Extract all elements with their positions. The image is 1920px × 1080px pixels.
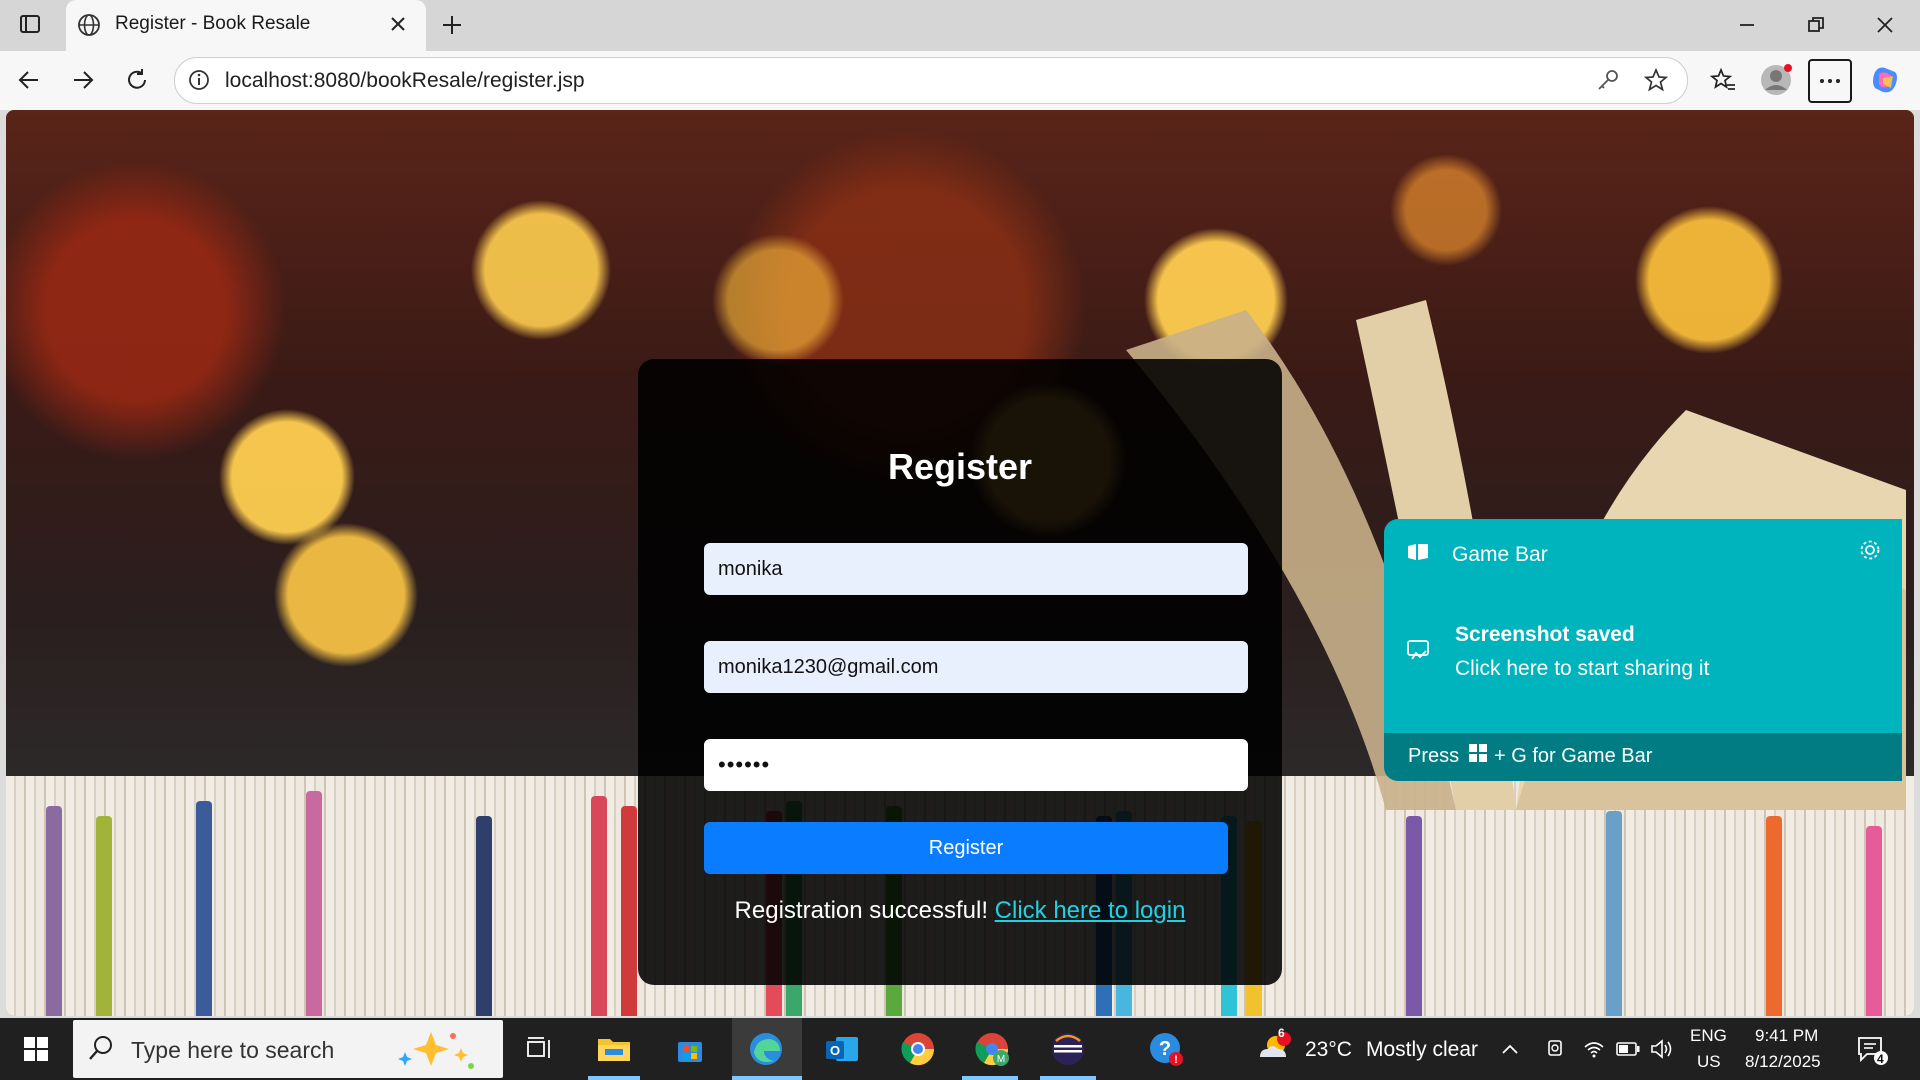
success-message: Registration successful! Click here to l… [638,897,1282,925]
footer-suffix: + G for Game Bar [1494,745,1653,767]
edge-active-highlight [732,1018,802,1080]
wifi-icon[interactable] [1580,1027,1608,1071]
region-indicator: US [1697,1052,1721,1071]
svg-text:!: ! [1174,1054,1178,1066]
battery-icon[interactable] [1614,1027,1642,1071]
eclipse-ide-icon[interactable] [1046,1027,1090,1071]
password-value: •••••• [718,752,771,777]
edge-active-indicator [732,1076,802,1080]
success-text: Registration successful! [734,897,988,924]
browser-toolbar: localhost:8080/bookResale/register.jsp [0,51,1920,110]
search-placeholder: Type here to search [131,1037,335,1063]
screenshot-icon [1406,637,1432,668]
close-window-button[interactable] [1862,10,1908,40]
register-form-card: Register monika monika1230@gmail.com •••… [638,359,1282,985]
weather-description: Mostly clear [1366,1038,1479,1061]
eclipse-active-indicator [1040,1076,1096,1080]
chrome-profile-icon[interactable]: M [970,1027,1014,1071]
sparkle-icon [391,1028,491,1075]
copilot-icon[interactable] [1866,61,1904,99]
volume-icon[interactable] [1648,1027,1676,1071]
chrome-icon[interactable] [896,1027,940,1071]
favorites-icon[interactable] [1704,61,1742,99]
notification-body: Click here to start sharing it [1455,657,1710,680]
file-explorer-active-indicator [588,1076,640,1080]
minimize-window-button[interactable] [1724,10,1770,40]
game-bar-footer: Press + G for Game Bar [1384,733,1902,781]
svg-text:O: O [830,1043,840,1058]
file-explorer-icon[interactable] [592,1027,636,1071]
start-button[interactable] [14,1027,58,1071]
outlook-icon[interactable]: O [820,1027,864,1071]
form-heading: Register [887,446,1033,487]
meet-now-icon[interactable] [1541,1027,1569,1071]
register-button[interactable]: Register [704,822,1228,874]
login-link[interactable]: Click here to login [995,897,1186,924]
gear-icon[interactable] [1858,538,1882,567]
refresh-button[interactable] [118,61,156,99]
clock-date: 8/12/2025 [1745,1052,1821,1071]
email-input[interactable]: monika1230@gmail.com [704,641,1248,693]
notification-center-icon[interactable] [1850,1027,1894,1071]
notification-count: 4 [1877,1052,1884,1066]
new-tab-button[interactable] [436,10,468,40]
page-background: Register monika monika1230@gmail.com •••… [6,110,1914,1016]
taskbar-search-box[interactable]: Type here to search [73,1020,503,1078]
email-value: monika1230@gmail.com [718,655,939,678]
chevron-up-icon[interactable] [1496,1027,1524,1071]
game-bar-notification[interactable]: Game Bar Screenshot saved Click here to … [1384,519,1902,781]
footer-prefix: Press [1408,745,1460,767]
site-info-icon[interactable] [187,68,211,97]
password-input[interactable]: •••••• [704,739,1248,791]
browser-tab[interactable]: Register - Book Resale [66,0,426,51]
profile-avatar[interactable] [1757,61,1795,99]
tab-actions-icon[interactable] [12,10,48,38]
restore-window-button[interactable] [1793,10,1839,40]
username-input[interactable]: monika [704,543,1248,595]
back-button[interactable] [10,61,48,99]
game-bar-title: Game Bar [1452,543,1548,566]
weather-temperature: 23°C [1305,1038,1352,1061]
svg-text:?: ? [1159,1038,1171,1060]
taskbar: Type here to search O M ?! 6 23°C Mostly… [0,1018,1920,1080]
url-text: localhost:8080/bookResale/register.jsp [225,69,585,92]
weather-icon[interactable] [1252,1027,1296,1071]
close-tab-icon[interactable] [386,12,410,41]
chrome-active-indicator [962,1076,1018,1080]
tab-title: Register - Book Resale [115,13,311,34]
notification-title: Screenshot saved [1455,623,1635,646]
help-icon[interactable]: ?! [1144,1027,1188,1071]
forward-button[interactable] [64,61,102,99]
address-bar[interactable]: localhost:8080/bookResale/register.jsp [174,57,1688,104]
browser-tab-bar: Register - Book Resale [0,0,1920,51]
username-value: monika [718,557,783,580]
svg-text:M: M [997,1054,1005,1065]
globe-icon [76,12,102,43]
favorite-star-icon[interactable] [1643,67,1669,98]
microsoft-store-icon[interactable] [668,1027,712,1071]
task-view-icon[interactable] [518,1027,562,1071]
windows-key-icon [1468,743,1488,769]
search-icon [87,1034,115,1067]
weather-badge: 6 [1278,1026,1285,1040]
language-indicator[interactable]: ENG [1690,1026,1727,1046]
clock-time[interactable]: 9:41 PM [1755,1026,1818,1046]
game-bar-icon [1406,541,1430,568]
more-options-button[interactable] [1808,59,1852,103]
password-key-icon[interactable] [1595,67,1621,98]
